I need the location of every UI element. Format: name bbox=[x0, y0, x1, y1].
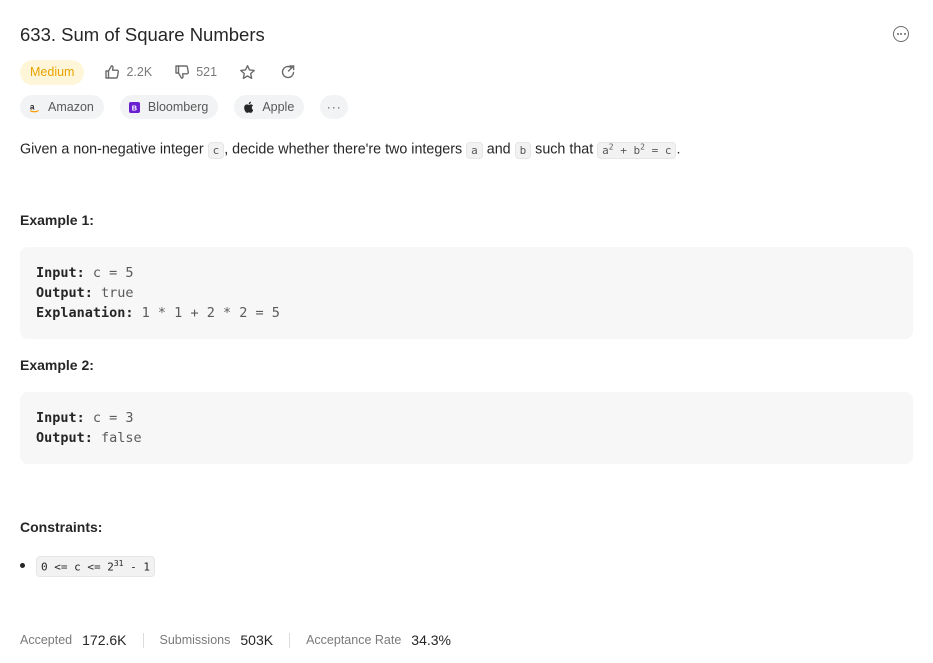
example-2-output: Output: false bbox=[36, 428, 897, 448]
thumbs-up-icon bbox=[105, 65, 120, 79]
like-button[interactable]: 2.2K bbox=[104, 64, 152, 80]
value: c = 5 bbox=[84, 265, 134, 281]
divider bbox=[289, 632, 291, 648]
inline-code-b: b bbox=[514, 141, 532, 159]
text: = c bbox=[644, 143, 672, 157]
example-1-input: Input: c = 5 bbox=[36, 263, 897, 283]
constraint-item: 0 <= c <= 231 - 1 bbox=[20, 556, 155, 577]
accepted-label: Accepted bbox=[20, 633, 73, 647]
submissions-label: Submissions bbox=[159, 633, 231, 647]
thumbs-down-icon bbox=[175, 65, 190, 79]
share-icon bbox=[281, 65, 295, 79]
amazon-logo-icon: a bbox=[29, 102, 40, 113]
label: Output: bbox=[36, 430, 93, 446]
text: Given a non-negative integer bbox=[20, 141, 208, 158]
bullet bbox=[20, 563, 25, 569]
acceptance-rate-label: Acceptance Rate bbox=[306, 633, 402, 647]
label: Input: bbox=[36, 410, 85, 426]
inline-code-c: c bbox=[207, 141, 225, 159]
more-tags-button[interactable]: ··· bbox=[320, 95, 349, 119]
superscript: 31 bbox=[113, 559, 124, 568]
share-button[interactable] bbox=[280, 64, 296, 80]
text: + b bbox=[613, 143, 641, 157]
value: 1 * 1 + 2 * 2 = 5 bbox=[133, 305, 280, 321]
like-count: 2.2K bbox=[126, 65, 153, 79]
bloomberg-logo-icon: B bbox=[128, 101, 140, 113]
tag-bloomberg[interactable]: B Bloomberg bbox=[119, 95, 219, 119]
tag-amazon[interactable]: a Amazon bbox=[20, 95, 104, 119]
label: Explanation: bbox=[36, 305, 134, 321]
text: . bbox=[676, 141, 681, 158]
example-2-heading: Example 2: bbox=[20, 357, 94, 373]
tag-apple[interactable]: Apple bbox=[234, 95, 305, 119]
acceptance-rate-value: 34.3% bbox=[411, 632, 451, 648]
difficulty-badge: Medium bbox=[20, 59, 85, 85]
stats-footer: Accepted 172.6K Submissions 503K Accepta… bbox=[20, 630, 467, 650]
example-1-heading: Example 1: bbox=[20, 212, 94, 228]
example-1-block: Input: c = 5 Output: true Explanation: 1… bbox=[20, 247, 913, 339]
text: 0 <= c <= 2 bbox=[41, 560, 114, 574]
constraints-heading: Constraints: bbox=[20, 519, 103, 535]
label: Output: bbox=[36, 285, 93, 301]
value: true bbox=[92, 285, 134, 301]
text: and bbox=[482, 141, 515, 158]
more-options-icon[interactable] bbox=[893, 26, 909, 42]
divider bbox=[142, 632, 144, 648]
example-2-input: Input: c = 3 bbox=[36, 408, 897, 428]
company-tags: a Amazon B Bloomberg Apple ··· bbox=[20, 95, 349, 119]
star-icon bbox=[240, 64, 255, 79]
value: false bbox=[92, 430, 142, 446]
favorite-button[interactable] bbox=[239, 64, 256, 81]
problem-statement: Given a non-negative integer c, decide w… bbox=[20, 136, 680, 162]
apple-logo-icon bbox=[243, 101, 254, 113]
label: Input: bbox=[36, 265, 85, 281]
tag-label: Bloomberg bbox=[147, 100, 209, 114]
text: a bbox=[602, 143, 609, 157]
text: such that bbox=[531, 141, 598, 158]
value: c = 3 bbox=[84, 410, 134, 426]
title-row: 633. Sum of Square Numbers bbox=[20, 22, 913, 48]
example-1-explanation: Explanation: 1 * 1 + 2 * 2 = 5 bbox=[36, 303, 897, 323]
meta-row: Medium 2.2K 521 bbox=[20, 59, 320, 85]
submissions-value: 503K bbox=[240, 632, 274, 648]
example-2-block: Input: c = 3 Output: false bbox=[20, 392, 913, 464]
tag-label: Amazon bbox=[48, 100, 94, 114]
problem-title[interactable]: 633. Sum of Square Numbers bbox=[20, 22, 913, 48]
svg-text:B: B bbox=[132, 103, 137, 112]
text: - 1 bbox=[123, 560, 150, 574]
example-1-output: Output: true bbox=[36, 283, 897, 303]
dislike-count: 521 bbox=[196, 65, 218, 79]
constraint-code: 0 <= c <= 231 - 1 bbox=[36, 556, 155, 577]
inline-code-equation: a2 + b2 = c bbox=[597, 141, 677, 159]
tag-label: Apple bbox=[262, 100, 295, 114]
accepted-value: 172.6K bbox=[82, 632, 127, 648]
svg-text:a: a bbox=[30, 102, 35, 111]
dislike-button[interactable]: 521 bbox=[174, 64, 217, 80]
inline-code-a: a bbox=[466, 141, 483, 159]
text: , decide whether there're two integers bbox=[224, 141, 467, 158]
